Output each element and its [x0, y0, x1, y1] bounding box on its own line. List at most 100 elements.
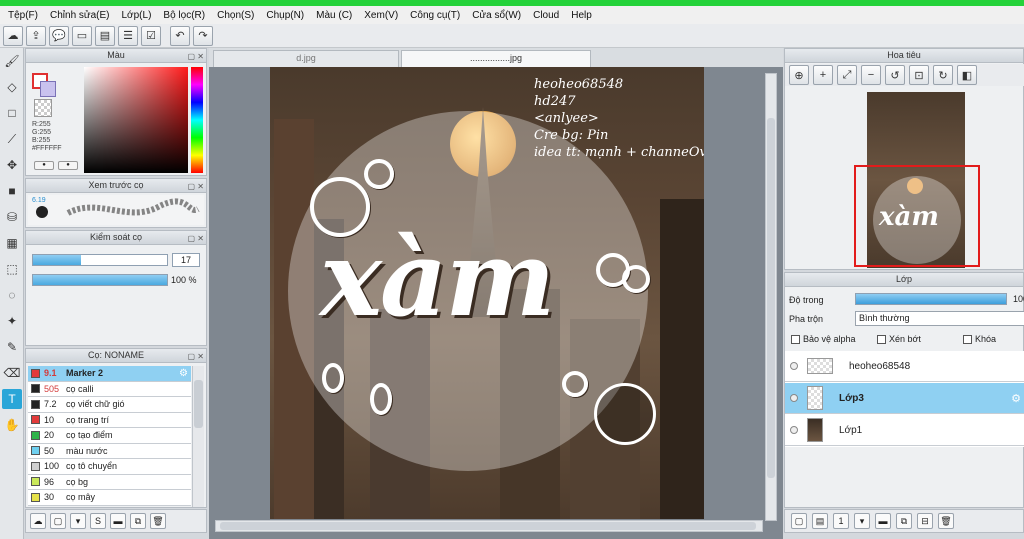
checkbox-box[interactable] — [791, 334, 800, 344]
move-icon[interactable]: ✥ — [2, 155, 22, 175]
menu-cloud[interactable]: Cloud — [527, 10, 565, 21]
checkbox-box[interactable] — [963, 334, 972, 344]
copy-icon[interactable]: ⧉ — [130, 513, 146, 529]
redo-icon[interactable]: ↷ — [193, 25, 213, 46]
menu-layer[interactable]: Lớp(L) — [116, 10, 158, 21]
blend-mode-select[interactable]: Bình thường — [855, 311, 1024, 326]
new-brush-icon[interactable]: ▢ — [50, 513, 66, 529]
new-halftone-layer-icon[interactable]: ▤ — [812, 513, 828, 529]
scroll-thumb[interactable] — [220, 522, 756, 530]
lasso-icon[interactable]: ◌ — [2, 285, 22, 305]
brush-menu-icon[interactable]: ▾ — [70, 513, 86, 529]
menu-edit[interactable]: Chỉnh sửa(E) — [44, 10, 116, 21]
text-icon[interactable]: T — [2, 389, 22, 409]
fit-icon[interactable]: ⤢ — [837, 65, 857, 85]
visibility-icon[interactable] — [790, 362, 798, 370]
visibility-icon[interactable] — [790, 394, 798, 402]
trash-icon[interactable]: 🗑 — [150, 513, 166, 529]
cloud-brush-icon[interactable]: ☁ — [30, 513, 46, 529]
panel-controls[interactable]: ▢ ✕ — [188, 232, 204, 245]
hand-icon[interactable]: ✋ — [2, 415, 22, 435]
menu-window[interactable]: Cửa sổ(W) — [466, 10, 527, 21]
menu-capture[interactable]: Chụp(N) — [260, 10, 310, 21]
fill-rect-icon[interactable]: ■ — [2, 181, 22, 201]
layer-row[interactable]: Lớp3 ⚙ — [785, 383, 1024, 414]
color-swap-button[interactable]: ● — [58, 161, 78, 170]
page-icon[interactable]: ▤ — [95, 25, 115, 46]
zoom-out-icon[interactable]: − — [861, 65, 881, 85]
gradient-icon[interactable]: ▦ — [2, 233, 22, 253]
brush-item[interactable]: 30 cọ mây — [28, 490, 191, 506]
rect-select-icon[interactable]: □ — [2, 103, 22, 123]
brush-item[interactable]: 50 màu nước — [28, 443, 191, 459]
background-swatch[interactable] — [40, 81, 56, 97]
menu-view[interactable]: Xem(V) — [358, 10, 404, 21]
check-list-icon[interactable]: ☑ — [141, 25, 161, 46]
panel-controls[interactable]: ▢ ✕ — [188, 350, 204, 363]
menu-color[interactable]: Màu (C) — [310, 10, 358, 21]
brush-item[interactable]: 505 cọ calli — [28, 381, 191, 397]
zoom-icon[interactable]: ⊕ — [789, 65, 809, 85]
rotate-left-icon[interactable]: ↺ — [885, 65, 905, 85]
layer-row[interactable]: heoheo68548 — [785, 351, 1024, 382]
canvas-vertical-scrollbar[interactable] — [765, 73, 777, 521]
gear-icon[interactable]: ⚙ — [179, 368, 188, 379]
rotate-right-icon[interactable]: ↻ — [933, 65, 953, 85]
trash-icon[interactable]: 🗑 — [938, 513, 954, 529]
magic-wand-icon[interactable]: ✦ — [2, 311, 22, 331]
cloud-icon[interactable]: ☁ — [3, 25, 23, 46]
transparent-swatch[interactable] — [34, 99, 52, 117]
new-1bit-layer-icon[interactable]: 1 — [833, 513, 849, 529]
brush-item[interactable]: 96 cọ bg — [28, 474, 191, 490]
eraser-icon[interactable]: ◇ — [2, 77, 22, 97]
layer-row[interactable]: Lớp1 — [785, 415, 1024, 446]
duplicate-layer-icon[interactable]: ⧉ — [896, 513, 912, 529]
brush-item[interactable]: 10 cọ trang trí — [28, 412, 191, 428]
marquee-icon[interactable]: ⬚ — [2, 259, 22, 279]
brush-list-scrollbar[interactable] — [192, 366, 204, 507]
hue-slider[interactable] — [191, 67, 203, 173]
new-layer-icon[interactable]: ▢ — [791, 513, 807, 529]
export-icon[interactable]: ⇪ — [26, 25, 46, 46]
menu-filter[interactable]: Bộ lọc(R) — [157, 10, 211, 21]
layer-menu-icon[interactable]: ▾ — [854, 513, 870, 529]
folder-icon[interactable]: ▬ — [875, 513, 891, 529]
tab-d-jpg[interactable]: d.jpg — [213, 50, 399, 67]
speech-icon[interactable]: 💬 — [49, 25, 69, 46]
canvas-artwork[interactable]: xàm heoheo68548 hd247 <anlyee> Cre bg: P… — [270, 67, 704, 519]
brush-item[interactable]: 100 cọ tô chuyển — [28, 459, 191, 475]
color-mode-button[interactable]: ● — [34, 161, 54, 170]
visibility-icon[interactable] — [790, 426, 798, 434]
brush-icon[interactable]: 🖌 — [2, 51, 22, 71]
brush-size-input[interactable]: 17 — [172, 253, 200, 267]
menu-file[interactable]: Tệp(F) — [2, 10, 44, 21]
panel-controls[interactable]: ▢ ✕ — [188, 50, 204, 63]
brush-item[interactable]: 7.2 cọ viết chữ gió — [28, 397, 191, 413]
brush-size-slider[interactable] — [32, 254, 168, 266]
brush-settings-icon[interactable]: S — [90, 513, 106, 529]
merge-layer-icon[interactable]: ⊟ — [917, 513, 933, 529]
folder-icon[interactable]: ▬ — [110, 513, 126, 529]
layer-opacity-slider[interactable] — [855, 293, 1007, 305]
protect-alpha-checkbox[interactable]: Bảo vệ alpha — [791, 334, 856, 344]
undo-icon[interactable]: ↶ — [170, 25, 190, 46]
select-eraser-icon[interactable]: ⌫ — [2, 363, 22, 383]
color-square[interactable] — [84, 67, 188, 173]
brush-opacity-slider[interactable] — [32, 274, 168, 286]
line-icon[interactable]: ⟋ — [2, 129, 22, 149]
navigator-viewport-rect[interactable] — [854, 165, 980, 267]
checkbox-box[interactable] — [877, 334, 886, 344]
scroll-thumb[interactable] — [194, 380, 203, 428]
lock-checkbox[interactable]: Khóa — [963, 334, 996, 344]
select-pen-icon[interactable]: ✎ — [2, 337, 22, 357]
flip-icon[interactable]: ◧ — [957, 65, 977, 85]
menu-select[interactable]: Chọn(S) — [211, 10, 260, 21]
panel-controls[interactable]: ▢ ✕ — [188, 180, 204, 193]
list-icon[interactable]: ☰ — [118, 25, 138, 46]
reset-icon[interactable]: ⊡ — [909, 65, 929, 85]
clipping-checkbox[interactable]: Xén bớt — [877, 334, 921, 344]
screen-icon[interactable]: ▭ — [72, 25, 92, 46]
bucket-icon[interactable]: ⛁ — [2, 207, 22, 227]
scroll-thumb[interactable] — [767, 118, 775, 478]
menu-help[interactable]: Help — [565, 10, 598, 21]
